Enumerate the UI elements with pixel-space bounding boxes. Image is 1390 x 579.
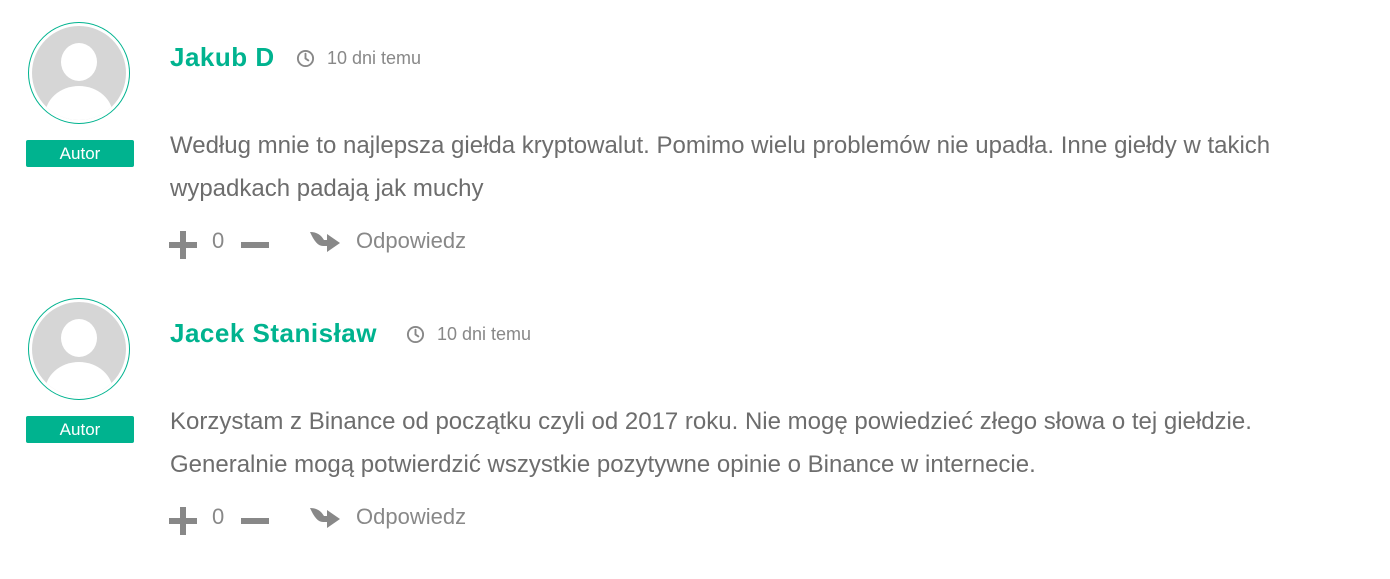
comment-time-label: 10 dni temu	[327, 48, 422, 68]
avatar	[28, 298, 130, 400]
reply-button[interactable]: Odpowiedz	[308, 226, 466, 256]
default-user-icon	[32, 26, 126, 120]
reply-label: Odpowiedz	[356, 504, 467, 529]
comment-author: Jacek Stanisław	[170, 318, 377, 348]
minus-icon[interactable]	[240, 506, 270, 536]
default-user-icon	[32, 302, 126, 396]
comment-time: 10 dni temu	[296, 48, 421, 69]
clock-icon	[296, 49, 315, 68]
minus-icon[interactable]	[240, 230, 270, 260]
avatar	[28, 22, 130, 124]
vote-count: 0	[212, 228, 225, 253]
plus-icon[interactable]	[168, 230, 198, 260]
clock-icon	[406, 325, 425, 344]
vote-count: 0	[212, 504, 225, 529]
reply-arrow-icon	[310, 232, 340, 252]
comment-time-label: 10 dni temu	[437, 324, 532, 344]
comment-text: Według mnie to najlepsza giełda kryptowa…	[170, 132, 1271, 202]
author-badge: Autor	[26, 140, 134, 167]
reply-button[interactable]: Odpowiedz	[308, 502, 466, 532]
reply-arrow-icon	[310, 508, 340, 528]
comment: Autor Jacek Stanisław 10 dni temu Korzys…	[0, 276, 1390, 552]
author-badge: Autor	[26, 416, 134, 443]
comment-time: 10 dni temu	[406, 324, 531, 345]
reply-label: Odpowiedz	[356, 228, 467, 253]
comment-author: Jakub D	[170, 42, 275, 72]
plus-icon[interactable]	[168, 506, 198, 536]
comment-text: Korzystam z Binance od początku czyli od…	[170, 408, 1252, 478]
comment: Autor Jakub D 10 dni temu Według mnie to…	[0, 0, 1390, 276]
